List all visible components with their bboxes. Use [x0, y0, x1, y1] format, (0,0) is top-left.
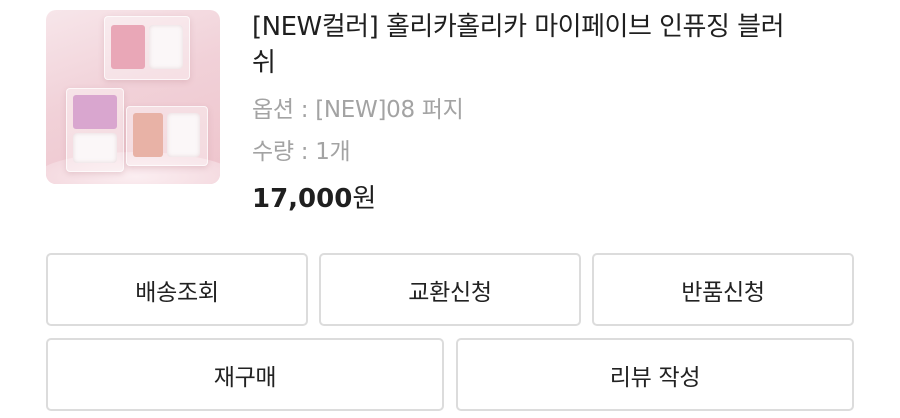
track-delivery-button[interactable]: 배송조회	[46, 253, 308, 326]
exchange-request-button[interactable]: 교환신청	[319, 253, 581, 326]
blush-case-left	[66, 88, 124, 172]
product-price: 17,000원	[252, 181, 376, 217]
product-quantity: 수량 : 1개	[252, 139, 351, 165]
blush-case-top	[104, 16, 190, 80]
return-request-button[interactable]: 반품신청	[592, 253, 854, 326]
product-title[interactable]: [NEW컬러] 홀리카홀리카 마이페이브 인퓨징 블러쉬	[252, 9, 792, 81]
order-item-card: [NEW컬러] 홀리카홀리카 마이페이브 인퓨징 블러쉬 옵션 : [NEW]0…	[0, 0, 900, 418]
price-unit: 원	[352, 184, 377, 214]
reorder-button[interactable]: 재구매	[46, 338, 444, 411]
write-review-button[interactable]: 리뷰 작성	[456, 338, 854, 411]
product-thumbnail[interactable]	[46, 10, 220, 184]
blush-case-right	[126, 106, 208, 166]
product-option: 옵션 : [NEW]08 퍼지	[252, 97, 464, 123]
price-amount: 17,000	[252, 184, 353, 214]
